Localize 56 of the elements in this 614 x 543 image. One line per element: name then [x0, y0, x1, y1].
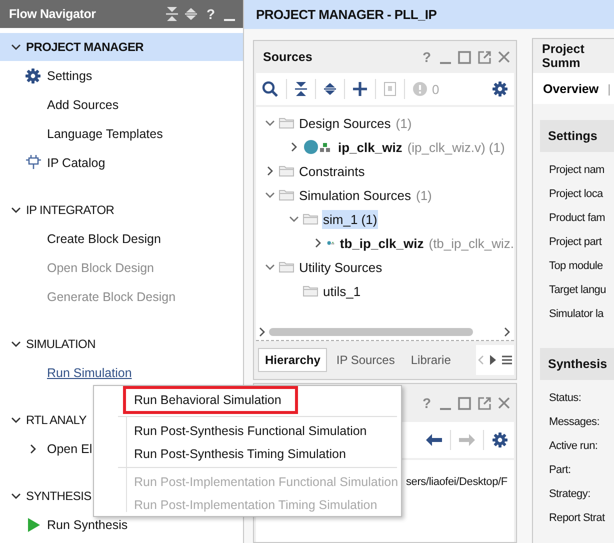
property-label: Product fam	[549, 212, 606, 224]
nav-link[interactable]: Language Templates	[47, 126, 163, 140]
section-title[interactable]: RTL ANALY	[26, 413, 86, 427]
nav-link[interactable]: IP Catalog	[47, 156, 106, 170]
property-label: Part:	[549, 464, 571, 476]
section-title: Synthesis	[548, 357, 608, 371]
tree-item[interactable]: Design Sources	[298, 114, 392, 132]
file-path: sers/liaofei/Desktop/F	[406, 476, 508, 488]
property-label: Top module	[549, 260, 603, 272]
section-title[interactable]: SIMULATION	[26, 337, 96, 351]
property-label: Simulator la	[549, 308, 604, 320]
nav-link[interactable]: Run Simulation	[47, 366, 132, 380]
property-label: Target langu	[549, 284, 606, 296]
tab[interactable]: Librarie	[404, 348, 458, 372]
selected-section-row[interactable]: PROJECT MANAGER	[0, 33, 243, 61]
menu-item[interactable]: Run Behavioral Simulation	[123, 386, 298, 414]
property-label: Report Strat	[549, 512, 605, 524]
file-name: (tb_ip_clk_wiz.	[428, 236, 514, 250]
nav-link[interactable]: Add Sources	[47, 98, 119, 112]
nav-link[interactable]: Settings	[47, 68, 92, 82]
tree-item[interactable]: tb_ip_clk_wiz	[338, 234, 425, 252]
tree-item[interactable]: Simulation Sources	[298, 186, 412, 204]
file-name: (ip_clk_wiz.v) (1)	[407, 140, 505, 154]
section-title[interactable]: PROJECT MANAGER	[26, 40, 144, 54]
panel-title: Project Summ	[542, 42, 586, 70]
nav-link[interactable]: Create Block Design	[47, 232, 161, 246]
menu-item[interactable]: Run Post-Synthesis Functional Simulation	[123, 419, 401, 442]
tree-item[interactable]: utils_1	[322, 282, 362, 300]
section-title[interactable]: IP INTEGRATOR	[26, 203, 114, 217]
menu-item[interactable]: Run Post-Synthesis Timing Simulation	[123, 442, 401, 465]
item-count: (1)	[396, 116, 412, 130]
tab[interactable]: Overview	[543, 82, 599, 96]
tree-item[interactable]: Utility Sources	[298, 258, 384, 276]
property-label: Project part	[549, 236, 602, 248]
property-label: Project nam	[549, 164, 604, 176]
tree-item[interactable]: sim_1 (1)	[322, 210, 378, 228]
tab-divider: |	[608, 82, 611, 96]
property-label: Project loca	[549, 188, 603, 200]
tree-item[interactable]: ip_clk_wiz	[337, 138, 404, 156]
property-label: Status:	[549, 392, 582, 404]
property-label: Messages:	[549, 416, 600, 428]
tab[interactable]: Hierarchy	[258, 348, 328, 372]
item-count: (1)	[416, 188, 432, 202]
section-title: Settings	[548, 129, 598, 143]
section-title[interactable]: SYNTHESIS	[26, 489, 92, 503]
tab[interactable]: IP Sources	[329, 348, 402, 372]
message-count: 0	[432, 82, 440, 96]
tree-item[interactable]: Constraints	[298, 162, 366, 180]
panel-title: Flow Navigator	[9, 7, 96, 21]
nav-link[interactable]: Run Synthesis	[47, 518, 128, 532]
page-title: PROJECT MANAGER - PLL_IP	[256, 7, 437, 22]
nav-link[interactable]: Open El	[47, 442, 92, 456]
help-button[interactable]: ?	[204, 6, 217, 22]
property-label: Active run:	[549, 440, 598, 452]
panel-title: Sources	[263, 50, 312, 64]
property-label: Strategy:	[549, 488, 590, 500]
